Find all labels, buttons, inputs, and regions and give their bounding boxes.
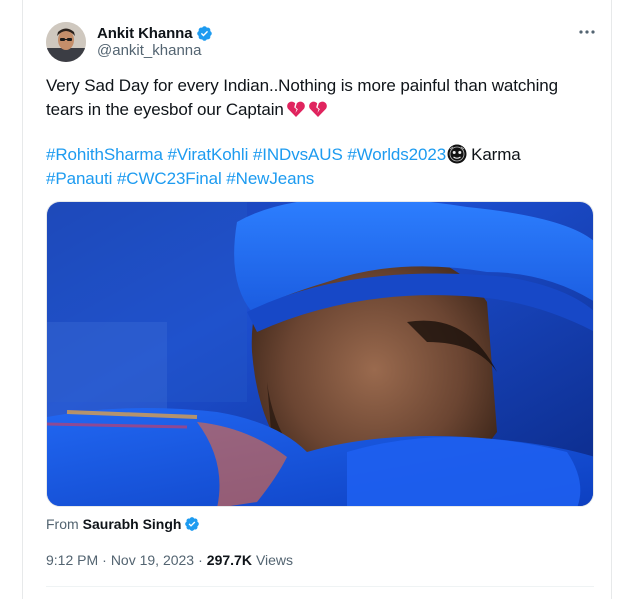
hashtags-line-2: #Panauti #CWC23Final #NewJeans [46, 167, 586, 191]
author-name-row[interactable]: Ankit Khanna [97, 23, 213, 43]
from-label: From [46, 516, 79, 532]
hashtag-link[interactable]: #ViratKohli [167, 145, 248, 164]
tweet-text-line-2: tears in the eyesbof our Captain [46, 100, 284, 119]
author-handle[interactable]: @ankit_khanna [97, 42, 201, 59]
verified-badge-icon [184, 516, 200, 532]
broken-heart-icon [286, 99, 306, 119]
views-count: 297.7K [206, 552, 252, 568]
panauti-emoji-icon [447, 144, 467, 164]
hashtag-link[interactable]: #Worlds2023 [347, 145, 446, 164]
hashtags-line-1: #RohithSharma #ViratKohli #INDvsAUS #Wor… [46, 143, 586, 167]
tweet-text-line-2-row: tears in the eyesbof our Captain [46, 98, 586, 122]
tweet-date[interactable]: Nov 19, 2023 [111, 552, 194, 568]
author-avatar[interactable] [46, 22, 86, 62]
hashtag-link[interactable]: #RohithSharma [46, 145, 163, 164]
left-border [22, 0, 23, 599]
hashtag-link[interactable]: #NewJeans [226, 169, 314, 188]
hashtag-link[interactable]: #Panauti [46, 169, 112, 188]
tweet-text: Very Sad Day for every Indian..Nothing i… [46, 74, 586, 122]
hashtags-block: #RohithSharma #ViratKohli #INDvsAUS #Wor… [46, 143, 586, 191]
media-attribution: From Saurabh Singh [46, 514, 200, 534]
media-source-name[interactable]: Saurabh Singh [83, 516, 182, 532]
views-label: Views [255, 552, 294, 568]
tweet-time[interactable]: 9:12 PM [46, 552, 98, 568]
right-border [611, 0, 612, 599]
meta-separator: · [102, 552, 107, 568]
tweet-text-line-1: Very Sad Day for every Indian..Nothing i… [46, 76, 558, 95]
hashtag-link[interactable]: #INDvsAUS [253, 145, 343, 164]
verified-badge-icon [196, 25, 213, 42]
broken-heart-icon [308, 99, 328, 119]
tweet-card: Ankit Khanna @ankit_khanna Very Sad Day … [0, 0, 640, 599]
tweet-media-image[interactable] [46, 201, 594, 507]
author-display-name[interactable]: Ankit Khanna [97, 25, 193, 42]
more-options-icon[interactable] [577, 22, 597, 42]
meta-separator: · [198, 552, 203, 568]
divider [46, 586, 594, 587]
tweet-meta: 9:12 PM · Nov 19, 2023 · 297.7K Views [46, 550, 293, 570]
karma-text: Karma [471, 145, 521, 164]
hashtag-link[interactable]: #CWC23Final [117, 169, 222, 188]
